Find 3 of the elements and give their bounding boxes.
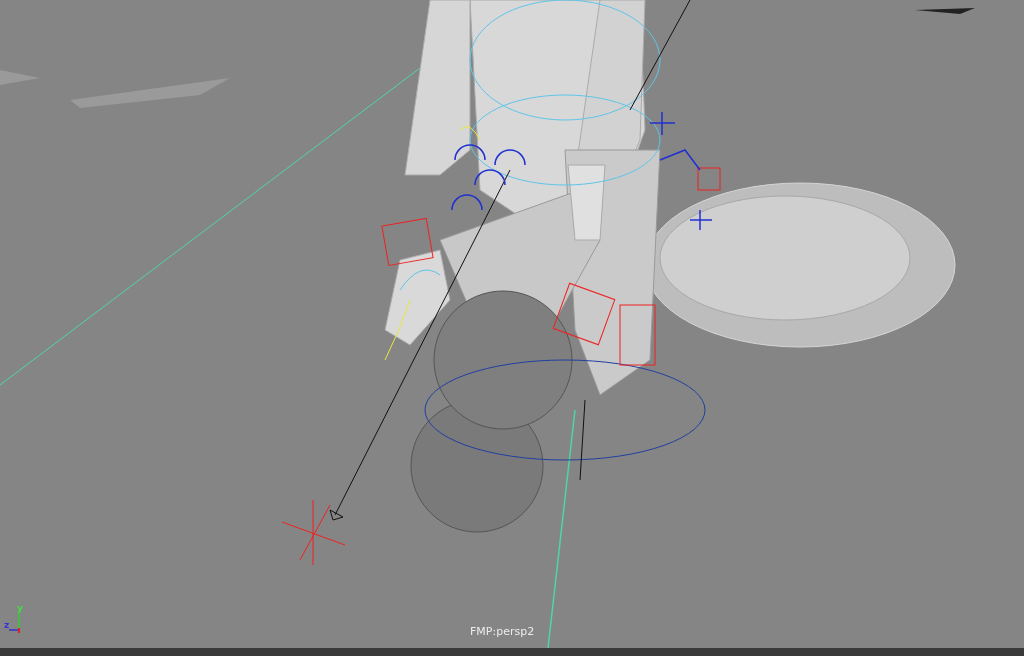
viewport[interactable]: FMP:persp2 y z xyxy=(0,0,1024,648)
axis-gizmo: y z xyxy=(2,604,28,634)
camera-label: FMP:persp2 xyxy=(470,625,535,638)
